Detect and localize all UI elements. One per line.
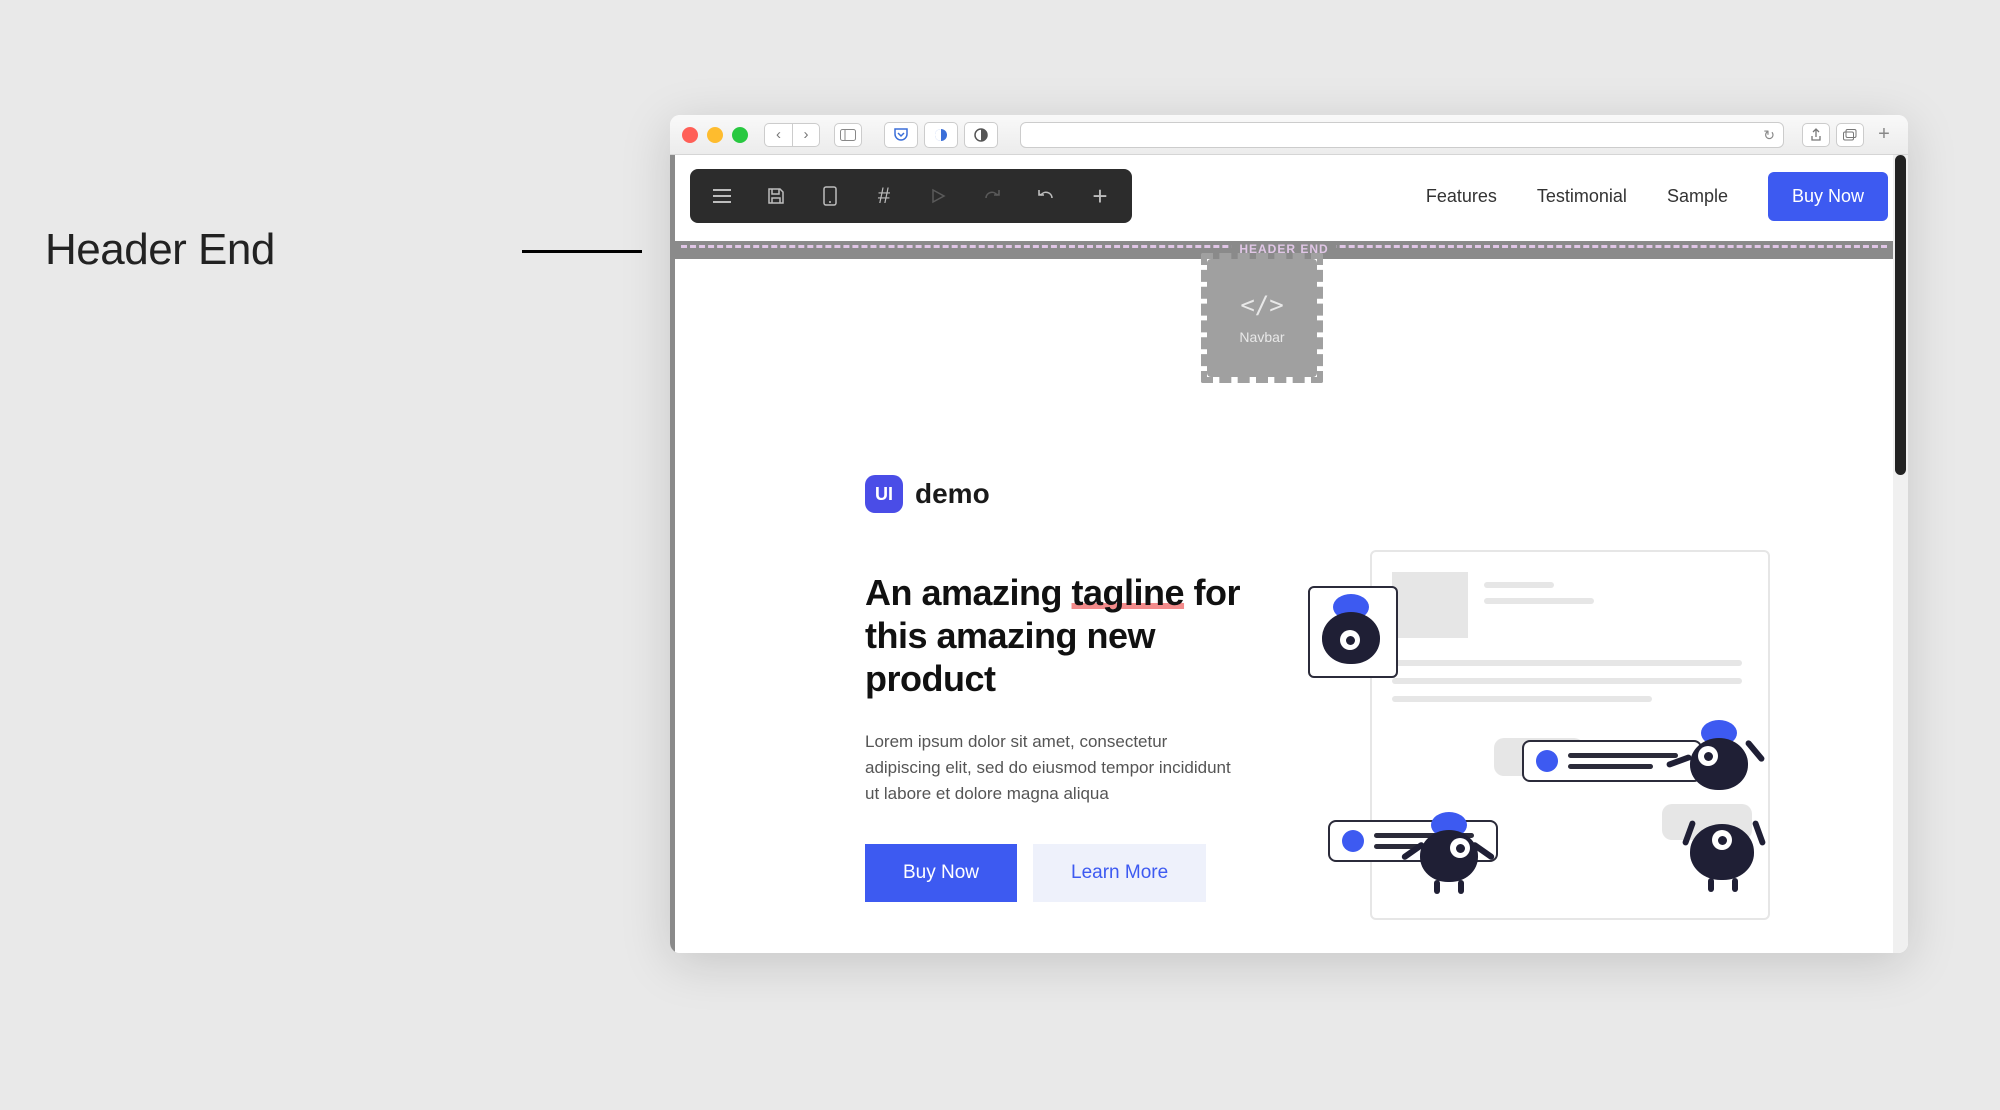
creature-left <box>1420 830 1478 882</box>
card-thumbnail <box>1392 572 1468 638</box>
contrast-icon <box>974 128 988 142</box>
privacy-button[interactable] <box>924 122 958 148</box>
card-text-line <box>1392 696 1652 702</box>
close-window-button[interactable] <box>682 127 698 143</box>
mobile-icon <box>823 186 837 206</box>
hash-button[interactable]: # <box>858 174 910 218</box>
window-traffic-lights <box>682 127 748 143</box>
card-text-line <box>1392 678 1742 684</box>
address-bar[interactable]: ↻ <box>1020 122 1784 148</box>
editor-top-row: # + Features Testimonial Sample Buy Now <box>690 169 1888 223</box>
share-button[interactable] <box>1802 123 1830 147</box>
new-tab-button[interactable]: + <box>1872 122 1896 148</box>
avatar-dot-icon <box>1536 750 1558 772</box>
editor-toolbar: # + <box>690 169 1132 223</box>
redo-icon <box>982 188 1002 204</box>
card-text-line <box>1484 598 1594 604</box>
browser-window: ‹ › ↻ + <box>670 115 1908 953</box>
pocket-icon <box>893 128 909 142</box>
save-button[interactable] <box>750 174 802 218</box>
add-block-button[interactable]: + <box>1074 174 1126 218</box>
annotation-header-end: Header End <box>45 225 275 275</box>
hero-illustration <box>1270 530 1860 950</box>
cta-buy-now-button[interactable]: Buy Now <box>865 844 1017 902</box>
chevron-right-icon: › <box>804 126 809 143</box>
title-pre: An amazing <box>865 572 1072 613</box>
navbar-placeholder-label: Navbar <box>1239 329 1284 345</box>
extension-buttons <box>884 122 998 148</box>
site-nav: Features Testimonial Sample Buy Now <box>1426 172 1888 221</box>
code-icon: </> <box>1240 291 1283 319</box>
sidebar-icon <box>840 129 856 141</box>
creature-avatar <box>1322 612 1380 664</box>
navbar-placeholder-block[interactable]: </> Navbar <box>1207 259 1317 377</box>
chevron-left-icon: ‹ <box>776 126 781 143</box>
minimize-window-button[interactable] <box>707 127 723 143</box>
play-icon <box>930 188 946 204</box>
nav-link-sample[interactable]: Sample <box>1667 186 1728 207</box>
back-button[interactable]: ‹ <box>764 123 792 147</box>
reader-button[interactable] <box>964 122 998 148</box>
header-end-label: HEADER END <box>1231 242 1336 256</box>
play-button[interactable] <box>912 174 964 218</box>
avatar-dot-icon <box>1342 830 1364 852</box>
nav-link-features[interactable]: Features <box>1426 186 1497 207</box>
header-end-marker[interactable]: HEADER END <box>675 241 1893 259</box>
hero-title: An amazing tagline for this amazing new … <box>865 571 1265 701</box>
browser-titlebar: ‹ › ↻ + <box>670 115 1908 155</box>
creature-bottom-right <box>1690 824 1754 880</box>
logo-badge: UI <box>865 475 903 513</box>
scrollbar-thumb[interactable] <box>1895 155 1906 475</box>
annotation-pointer-line <box>522 250 642 253</box>
shield-icon <box>934 128 948 142</box>
hash-icon: # <box>878 183 890 209</box>
nav-link-testimonial[interactable]: Testimonial <box>1537 186 1627 207</box>
plus-icon: + <box>1092 181 1107 212</box>
hero-body: Lorem ipsum dolor sit amet, consectetur … <box>865 729 1245 808</box>
card-text-line <box>1392 660 1742 666</box>
save-icon <box>767 187 785 205</box>
browser-viewport: # + Features Testimonial Sample Buy Now … <box>670 155 1908 953</box>
undo-icon <box>1036 188 1056 204</box>
creature-top-right <box>1690 738 1748 790</box>
tabs-icon <box>1843 129 1857 141</box>
title-tagline-underlined: tagline <box>1072 572 1185 613</box>
card-text-line <box>1484 582 1554 588</box>
selection-edge-left <box>670 155 675 953</box>
fullscreen-window-button[interactable] <box>732 127 748 143</box>
pocket-button[interactable] <box>884 122 918 148</box>
logo-text: demo <box>915 478 990 510</box>
nav-cta-button[interactable]: Buy Now <box>1768 172 1888 221</box>
plus-icon: + <box>1878 123 1890 146</box>
nav-back-forward-group: ‹ › <box>764 123 820 147</box>
undo-button[interactable] <box>1020 174 1072 218</box>
titlebar-right-buttons <box>1802 123 1864 147</box>
sidebar-toggle-button[interactable] <box>834 123 862 147</box>
reload-icon[interactable]: ↻ <box>1763 127 1775 144</box>
menu-button[interactable] <box>696 174 748 218</box>
tabs-button[interactable] <box>1836 123 1864 147</box>
redo-button[interactable] <box>966 174 1018 218</box>
share-icon <box>1810 128 1822 142</box>
logo: UI demo <box>865 475 1858 513</box>
cta-learn-more-button[interactable]: Learn More <box>1033 844 1206 902</box>
hamburger-icon <box>712 188 732 204</box>
forward-button[interactable]: › <box>792 123 820 147</box>
scrollbar-track[interactable] <box>1893 155 1908 953</box>
mobile-preview-button[interactable] <box>804 174 856 218</box>
